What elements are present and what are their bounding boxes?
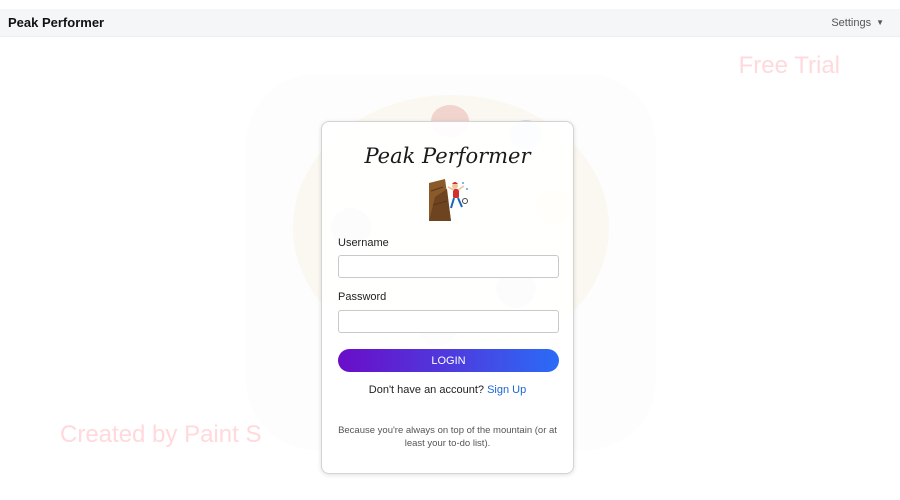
watermark-created-by: Created by Paint S <box>60 421 262 448</box>
tagline: Because you're always on top of the moun… <box>322 424 573 450</box>
caret-down-icon: ▼ <box>876 18 884 27</box>
password-label: Password <box>338 291 387 303</box>
signup-prompt: Don't have an account? Sign Up <box>322 384 573 396</box>
tagline-line-1: Because you're always on top of the moun… <box>338 425 557 436</box>
tagline-line-2: least your to-do list). <box>404 438 491 449</box>
login-button[interactable]: LOGIN <box>338 349 559 372</box>
watermark-free-trial: Free Trial <box>738 52 840 79</box>
settings-dropdown[interactable]: Settings ▼ <box>831 17 884 29</box>
navbar-brand[interactable]: Peak Performer <box>8 15 104 30</box>
top-navbar: Peak Performer Settings ▼ <box>0 9 900 37</box>
username-label: Username <box>338 237 389 249</box>
signup-link[interactable]: Sign Up <box>487 384 526 396</box>
mountain-climber-icon <box>429 179 468 221</box>
settings-label: Settings <box>831 16 872 29</box>
login-title: Peak Performer <box>364 144 531 168</box>
login-card: Peak Performer Username Password LOGIN D… <box>321 121 574 474</box>
password-input[interactable] <box>338 310 559 333</box>
username-input[interactable] <box>338 255 559 278</box>
signup-prompt-text: Don't have an account? <box>368 384 485 396</box>
